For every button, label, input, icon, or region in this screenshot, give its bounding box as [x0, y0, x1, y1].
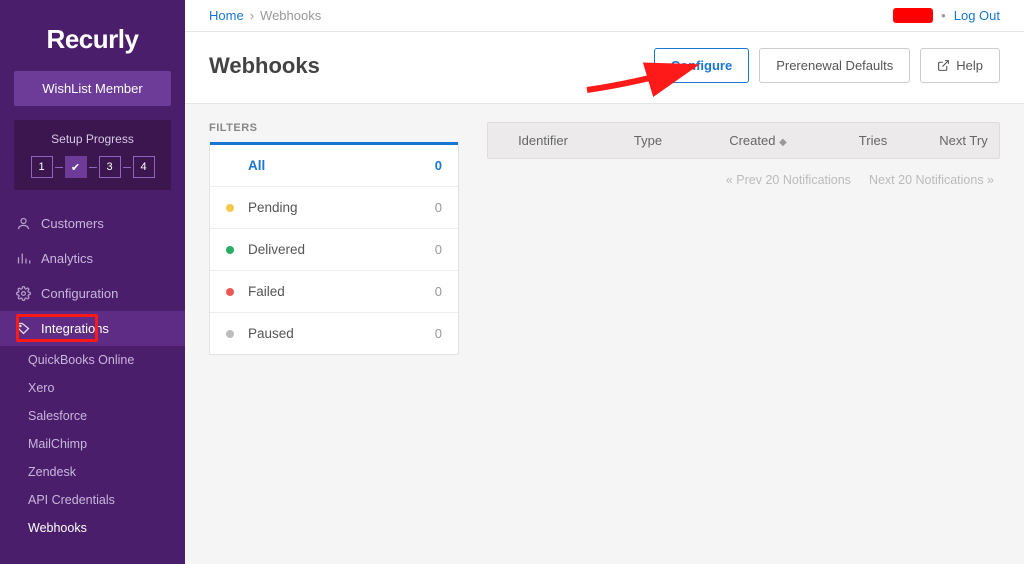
sidebar-item-configuration[interactable]: Configuration	[0, 276, 185, 311]
filters-panel: FILTERS All 0 Pending 0 Delivered	[209, 122, 459, 546]
setup-step-3[interactable]: 3	[99, 156, 121, 178]
filter-count: 0	[435, 284, 442, 299]
step-divider	[55, 167, 63, 168]
gear-icon	[16, 286, 31, 301]
column-type[interactable]: Type	[598, 133, 698, 148]
sidebar-item-label: Analytics	[41, 251, 93, 266]
step-divider	[89, 167, 97, 168]
sidebar-nav: Customers Analytics Configuration Integr…	[0, 206, 185, 542]
status-dot	[226, 330, 234, 338]
setup-step-4[interactable]: 4	[133, 156, 155, 178]
setup-step-2[interactable]: ✔	[65, 156, 87, 178]
sidebar-item-analytics[interactable]: Analytics	[0, 241, 185, 276]
column-created-label: Created	[729, 133, 775, 148]
filter-all[interactable]: All 0	[210, 142, 458, 187]
setup-progress-panel: Setup Progress 1 ✔ 3 4	[14, 120, 171, 190]
sidebar-item-customers[interactable]: Customers	[0, 206, 185, 241]
sidebar-item-webhooks[interactable]: Webhooks	[0, 514, 185, 542]
filter-failed[interactable]: Failed 0	[210, 271, 458, 313]
setup-step-1[interactable]: 1	[31, 156, 53, 178]
user-redacted	[893, 8, 933, 23]
filter-label: Delivered	[248, 242, 435, 257]
filters-heading: FILTERS	[209, 122, 459, 134]
tag-icon	[16, 321, 31, 336]
sidebar-item-label: Integrations	[41, 321, 109, 336]
filter-paused[interactable]: Paused 0	[210, 313, 458, 354]
table-header-row: Identifier Type Created ◆ Tries Next Try	[487, 122, 1000, 159]
filter-count: 0	[435, 326, 442, 341]
status-dot	[226, 246, 234, 254]
filter-count: 0	[435, 158, 442, 173]
prev-page-link[interactable]: « Prev 20 Notifications	[726, 173, 851, 187]
sidebar-item-integrations[interactable]: Integrations	[0, 311, 185, 346]
header-actions: Configure Prerenewal Defaults Help	[654, 48, 1000, 83]
bar-chart-icon	[16, 251, 31, 266]
sidebar-item-label: Configuration	[41, 286, 118, 301]
status-dot	[226, 288, 234, 296]
configure-button[interactable]: Configure	[654, 48, 749, 83]
filter-delivered[interactable]: Delivered 0	[210, 229, 458, 271]
sidebar-item-quickbooks[interactable]: QuickBooks Online	[0, 346, 185, 374]
next-page-link[interactable]: Next 20 Notifications »	[869, 173, 994, 187]
help-button-label: Help	[956, 58, 983, 73]
logo: Recurly	[0, 0, 185, 71]
column-created[interactable]: Created ◆	[698, 133, 818, 148]
sidebar-item-zendesk[interactable]: Zendesk	[0, 458, 185, 486]
column-identifier[interactable]: Identifier	[488, 133, 598, 148]
filter-count: 0	[435, 200, 442, 215]
sidebar-item-mailchimp[interactable]: MailChimp	[0, 430, 185, 458]
setup-steps: 1 ✔ 3 4	[24, 156, 161, 178]
member-badge[interactable]: WishList Member	[14, 71, 171, 106]
help-button[interactable]: Help	[920, 48, 1000, 83]
setup-progress-title: Setup Progress	[24, 132, 161, 146]
notifications-table: Identifier Type Created ◆ Tries Next Try…	[487, 122, 1000, 546]
filter-list: All 0 Pending 0 Delivered 0	[209, 142, 459, 355]
user-icon	[16, 216, 31, 231]
sidebar-item-salesforce[interactable]: Salesforce	[0, 402, 185, 430]
sidebar-item-api-credentials[interactable]: API Credentials	[0, 486, 185, 514]
external-link-icon	[937, 59, 950, 72]
separator-dot: •	[941, 8, 946, 23]
breadcrumb-current: Webhooks	[260, 8, 321, 23]
filter-label: All	[248, 158, 435, 173]
status-dot	[226, 162, 234, 170]
filter-label: Pending	[248, 200, 435, 215]
sidebar: Recurly WishList Member Setup Progress 1…	[0, 0, 185, 564]
sidebar-item-xero[interactable]: Xero	[0, 374, 185, 402]
status-dot	[226, 204, 234, 212]
page-title: Webhooks	[209, 53, 320, 79]
logout-link[interactable]: Log Out	[954, 8, 1000, 23]
column-tries[interactable]: Tries	[818, 133, 928, 148]
breadcrumb-separator: ›	[250, 8, 254, 23]
content-area: FILTERS All 0 Pending 0 Delivered	[185, 104, 1024, 564]
breadcrumb-bar: Home › Webhooks • Log Out	[185, 0, 1024, 32]
page-header: Webhooks Configure Prerenewal Defaults H…	[185, 32, 1024, 104]
breadcrumb-home[interactable]: Home	[209, 8, 244, 23]
step-divider	[123, 167, 131, 168]
sidebar-item-label: Customers	[41, 216, 104, 231]
sidebar-submenu: QuickBooks Online Xero Salesforce MailCh…	[0, 346, 185, 542]
pagination: « Prev 20 Notifications Next 20 Notifica…	[487, 159, 1000, 201]
filter-label: Paused	[248, 326, 435, 341]
main-content: Home › Webhooks • Log Out Webhooks Confi…	[185, 0, 1024, 564]
filter-label: Failed	[248, 284, 435, 299]
sort-icon: ◆	[779, 137, 787, 148]
user-area: • Log Out	[893, 8, 1000, 23]
filter-pending[interactable]: Pending 0	[210, 187, 458, 229]
prerenewal-defaults-button[interactable]: Prerenewal Defaults	[759, 48, 910, 83]
column-next-try[interactable]: Next Try	[928, 133, 999, 148]
breadcrumb: Home › Webhooks	[209, 8, 321, 23]
filter-count: 0	[435, 242, 442, 257]
